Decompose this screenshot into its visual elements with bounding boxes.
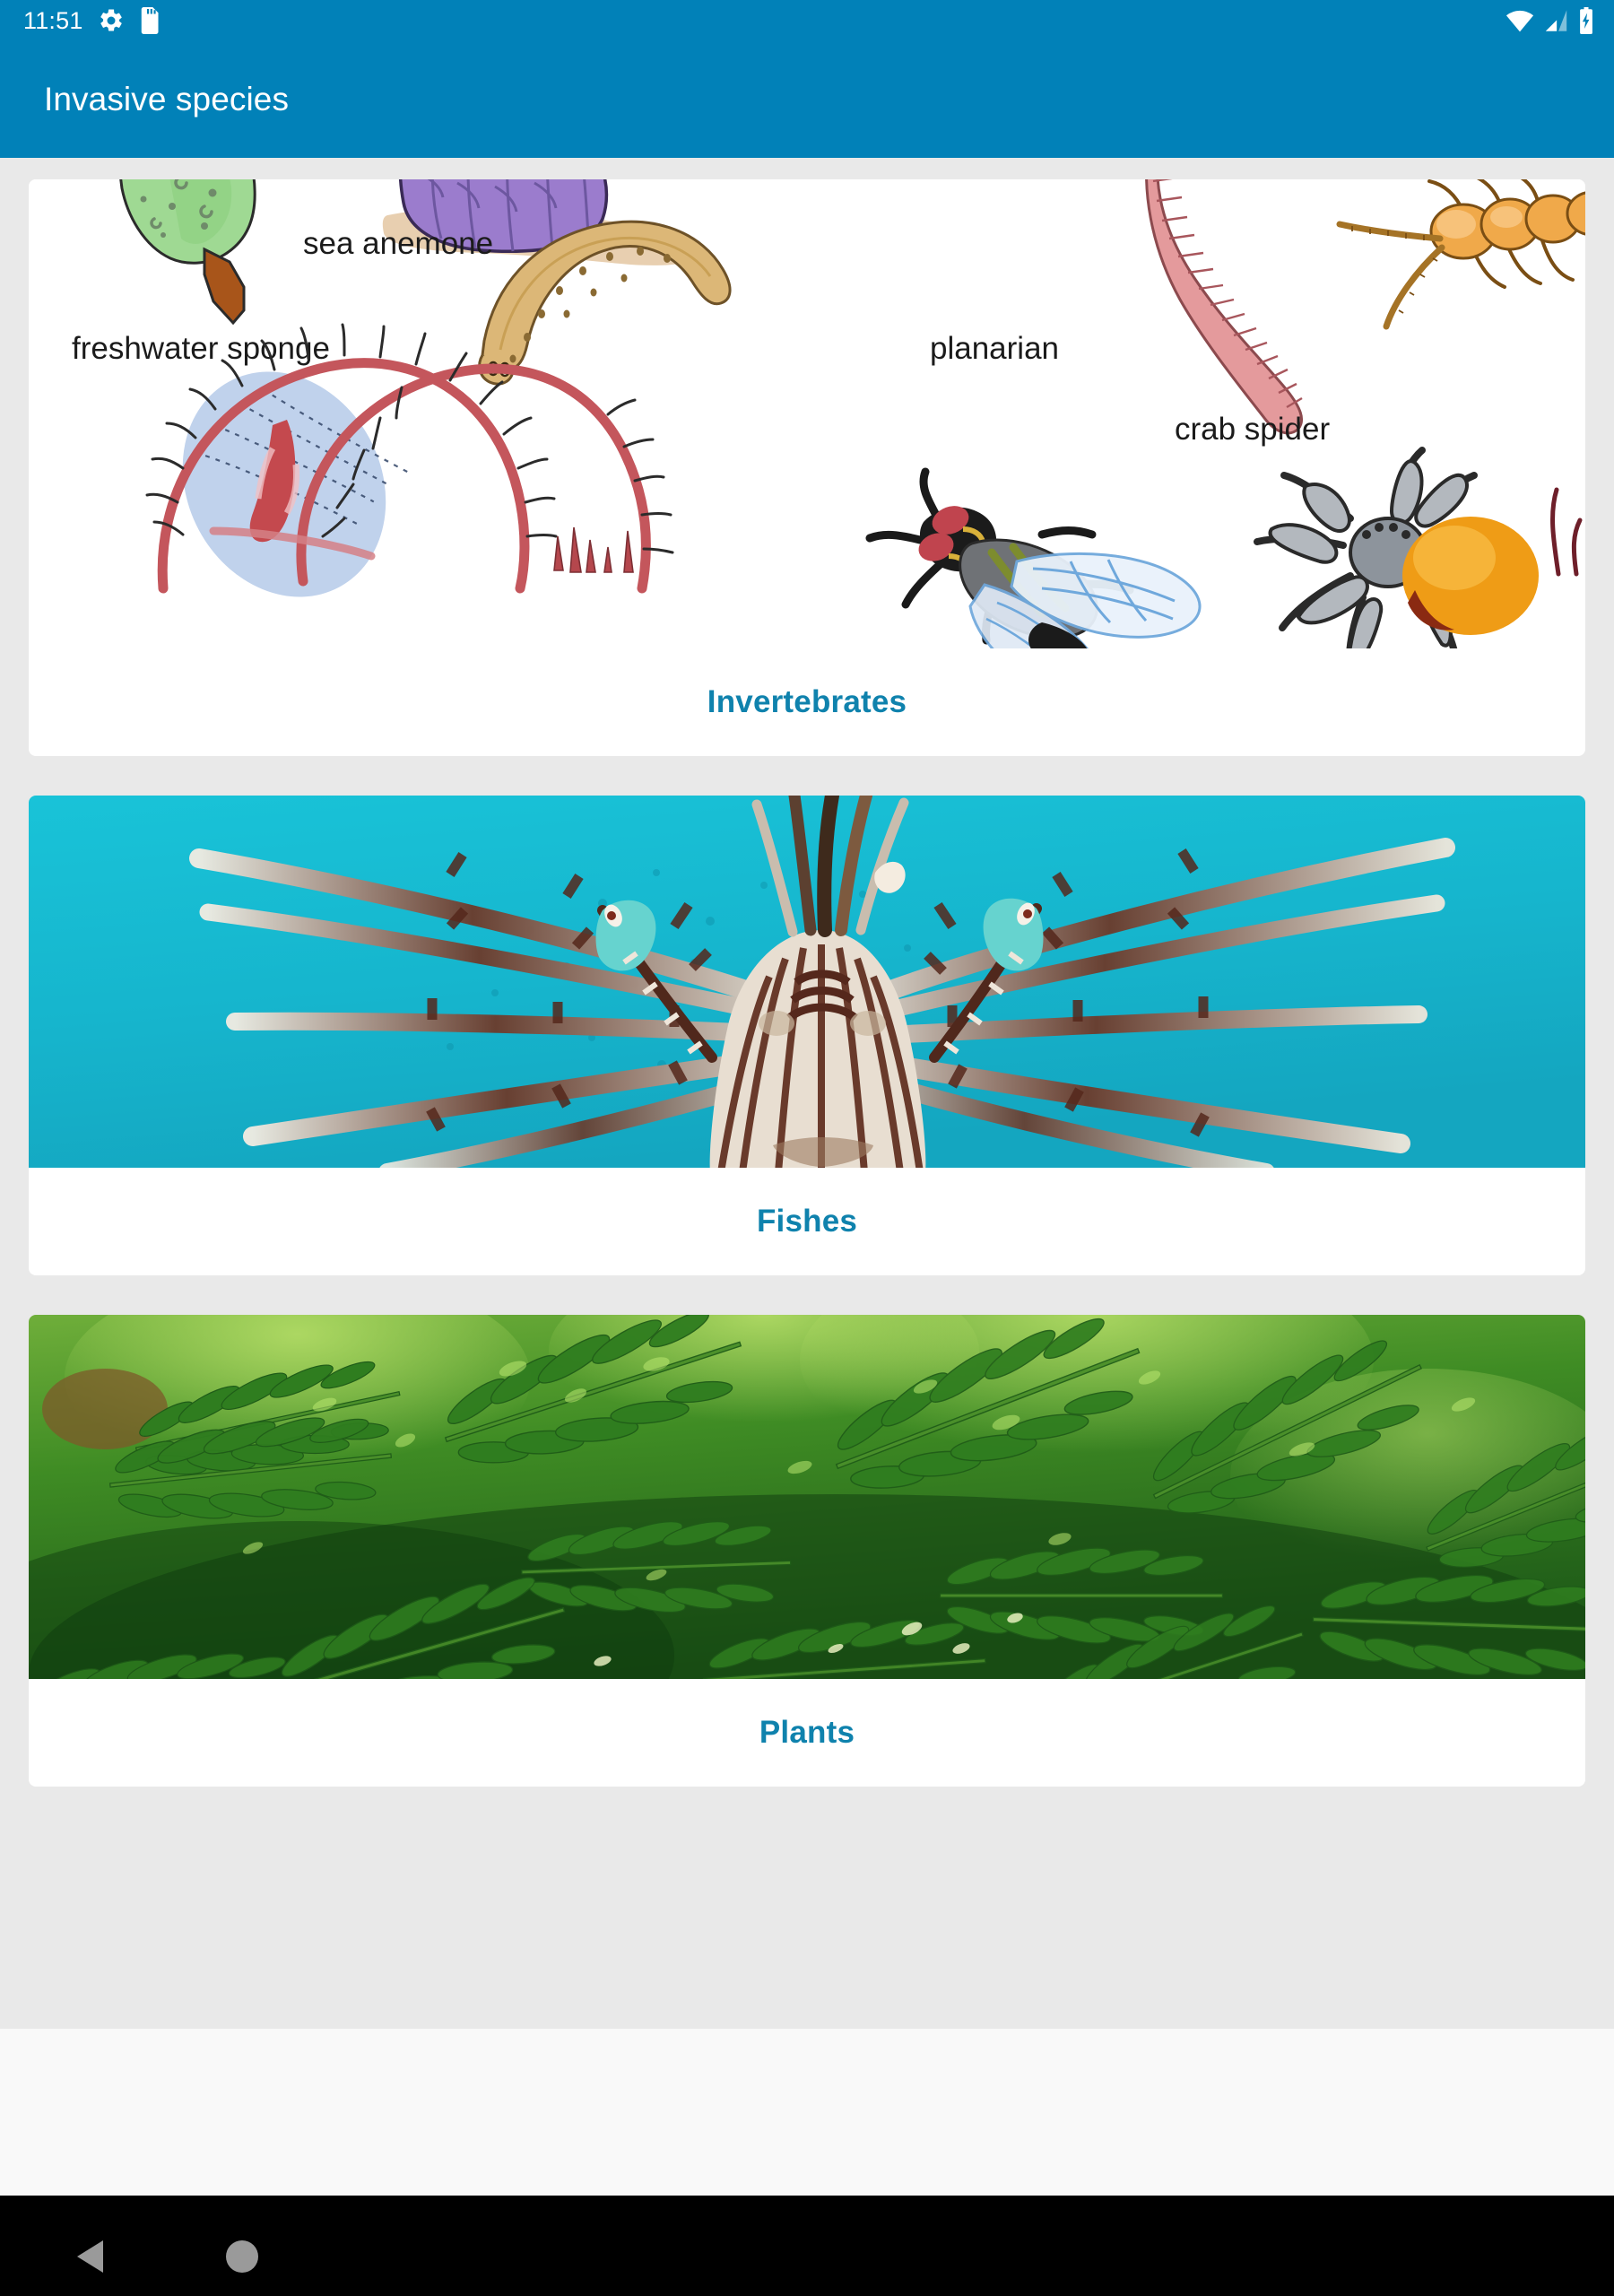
back-button[interactable] (77, 2240, 103, 2273)
plants-image (29, 1315, 1585, 1679)
card-caption-plants: Plants (29, 1679, 1585, 1787)
status-bar-right (1506, 7, 1594, 34)
status-clock: 11:51 (23, 6, 83, 34)
app-bar: Invasive species (0, 41, 1614, 158)
plants-label: Plants (759, 1715, 855, 1750)
gear-icon (98, 7, 125, 34)
system-navigation-bar (0, 2196, 1614, 2296)
status-bar-left: 11:51 (23, 7, 160, 34)
svg-text:freshwater sponge: freshwater sponge (72, 331, 330, 366)
invertebrates-label: Invertebrates (707, 684, 907, 719)
home-button[interactable] (226, 2240, 258, 2273)
card-list[interactable]: freshwater sponge sea anemone planarian … (0, 158, 1614, 2029)
card-caption-fishes: Fishes (29, 1168, 1585, 1275)
wifi-icon (1506, 9, 1534, 32)
sd-card-icon (139, 7, 160, 34)
svg-text:planarian: planarian (930, 331, 1059, 366)
invertebrates-image: freshwater sponge sea anemone planarian … (29, 179, 1585, 648)
svg-text:crab spider: crab spider (1175, 412, 1330, 447)
page-title: Invasive species (44, 81, 290, 117)
card-invertebrates[interactable]: freshwater sponge sea anemone planarian … (29, 179, 1585, 756)
card-plants[interactable]: Plants (29, 1315, 1585, 1787)
svg-text:sea anemone: sea anemone (303, 226, 493, 261)
status-bar: 11:51 (0, 0, 1614, 41)
lionfish-image (29, 796, 1585, 1168)
card-fishes[interactable]: Fishes (29, 796, 1585, 1275)
content-footer-space (0, 2029, 1614, 2196)
cellular-signal-icon (1544, 9, 1568, 32)
fishes-label: Fishes (756, 1204, 858, 1239)
battery-charging-icon (1578, 7, 1594, 34)
card-caption-invertebrates: Invertebrates (29, 648, 1585, 756)
